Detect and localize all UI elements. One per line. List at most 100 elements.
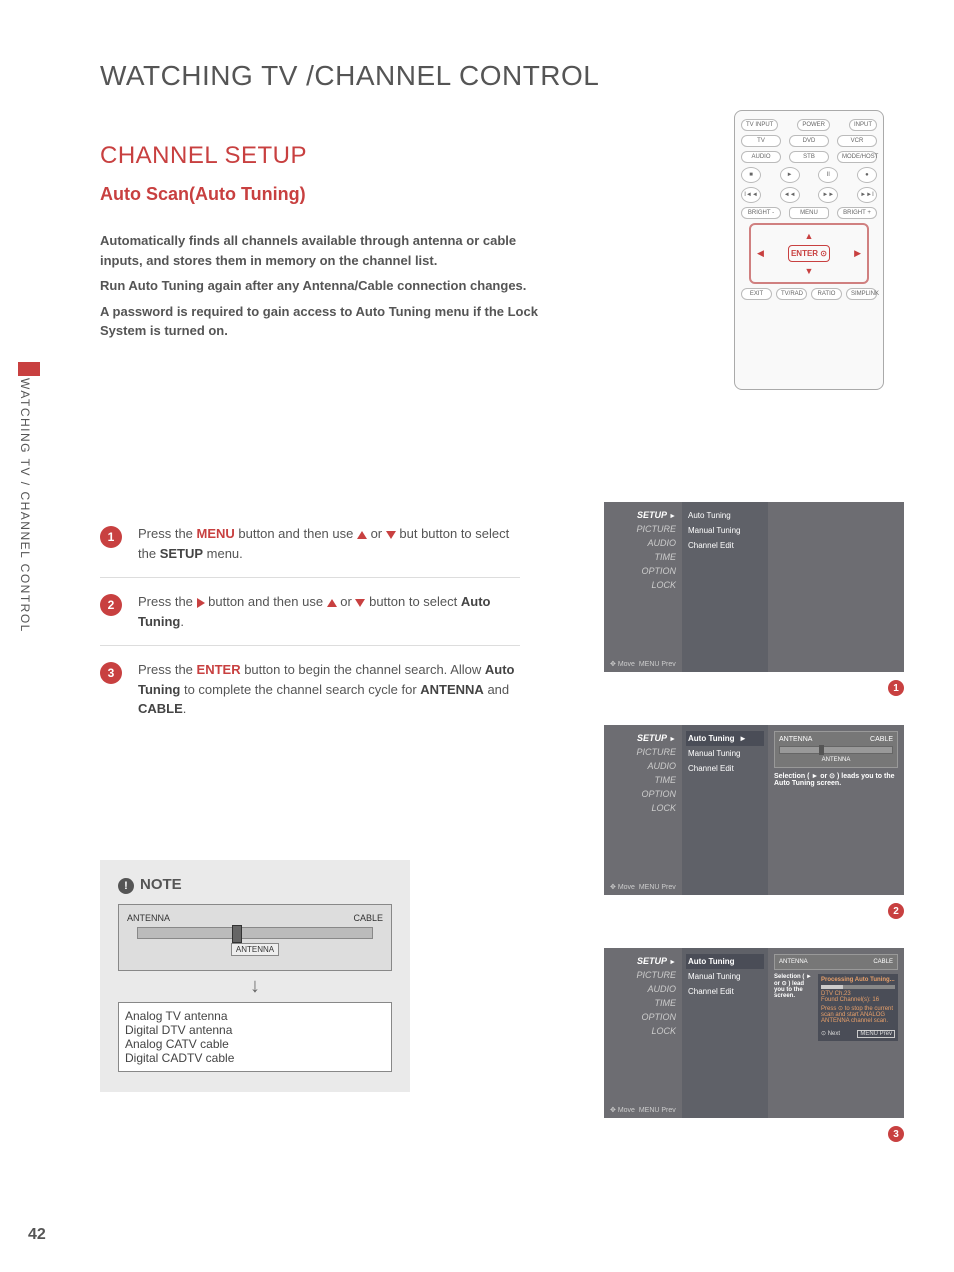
btn-next[interactable]: ►►I (857, 187, 877, 203)
btn-bright-minus[interactable]: BRIGHT - (741, 207, 781, 219)
step-text: button to select (365, 594, 460, 609)
osd-menu: SETUP PICTURE AUDIO TIME OPTION LOCK (604, 948, 682, 1118)
dpad-up-icon[interactable]: ▲ (757, 231, 861, 241)
menu-audio: AUDIO (608, 536, 678, 550)
menu-picture: PICTURE (608, 522, 678, 536)
footer-prev: MENU Prev (639, 661, 676, 668)
osd-submenu: Auto Tuning Manual Tuning Channel Edit (682, 948, 768, 1118)
note-box: !NOTE ANTENNA CABLE ANTENNA ↓ Analog TV … (100, 860, 410, 1092)
btn-dvd[interactable]: DVD (789, 135, 829, 147)
step-text: Press the (138, 594, 197, 609)
btn-enter[interactable]: ENTER ⊙ (788, 245, 830, 262)
btn-power[interactable]: POWER (797, 119, 830, 131)
osd-screen-1: SETUP PICTURE AUDIO TIME OPTION LOCK Aut… (604, 502, 904, 672)
step-text: Press the (138, 662, 197, 677)
down-arrow-icon (386, 531, 396, 539)
down-arrow-icon: ↓ (118, 975, 392, 998)
preview-cable: CABLE (873, 959, 893, 965)
step-number: 3 (100, 662, 122, 684)
antenna-selected-label: ANTENNA (231, 943, 279, 956)
btn-bright-plus[interactable]: BRIGHT + (837, 207, 877, 219)
btn-tv[interactable]: TV (741, 135, 781, 147)
footer-prev: MENU Prev (639, 884, 676, 891)
list-item: Digital DTV antenna (125, 1023, 385, 1037)
btn-exit[interactable]: EXIT (741, 288, 772, 300)
osd-submenu: Auto Tuning Manual Tuning Channel Edit (682, 502, 768, 672)
osd-right: ANTENNA CABLE Selection ( ► or ⊙ ) lead … (768, 948, 904, 1118)
side-tab-label: WATCHING TV / CHANNEL CONTROL (18, 378, 32, 633)
step-text: . (180, 614, 184, 629)
dpad-left-icon[interactable]: ◀ (757, 248, 764, 259)
osd-hint: Selection ( ► or ⊙ ) leads you to the Au… (774, 772, 898, 787)
step-body: Press the MENU button and then use or bu… (138, 524, 520, 563)
btn-rec[interactable]: ● (857, 167, 877, 183)
btn-tvinput[interactable]: TV INPUT (741, 119, 778, 131)
step-text: button and then use (235, 526, 357, 541)
step-text: to complete the channel search cycle for (180, 682, 420, 697)
step-text: Press the (138, 526, 197, 541)
btn-rew[interactable]: ◄◄ (780, 187, 800, 203)
setup-keyword: SETUP (160, 546, 203, 561)
menu-lock: LOCK (608, 801, 678, 815)
sub-manualtuning: Manual Tuning (686, 746, 764, 761)
btn-play[interactable]: ► (780, 167, 800, 183)
btn-tvradio[interactable]: TV/RAD (776, 288, 807, 300)
preview-antenna: ANTENNA (779, 736, 812, 743)
page-number: 42 (28, 1226, 46, 1244)
menu-option: OPTION (608, 787, 678, 801)
processing-stop: Press ⊙ to stop the current scan and sta… (821, 1005, 895, 1024)
menu-picture: PICTURE (608, 745, 678, 759)
btn-audio[interactable]: AUDIO (741, 151, 781, 163)
intro-p2: Run Auto Tuning again after any Antenna/… (100, 276, 540, 296)
menu-lock: LOCK (608, 1024, 678, 1038)
btn-modehost[interactable]: MODE/HOST (837, 151, 877, 163)
footer-move: Move (618, 884, 635, 891)
btn-menu[interactable]: MENU (789, 207, 829, 219)
osd-footer: ✥ Move MENU Prev (610, 883, 676, 891)
menu-audio: AUDIO (608, 759, 678, 773)
btn-vcr[interactable]: VCR (837, 135, 877, 147)
menu-audio: AUDIO (608, 982, 678, 996)
menu-setup: SETUP (608, 954, 678, 968)
menu-time: TIME (608, 550, 678, 564)
osd-footer: ✥ Move MENU Prev (610, 1106, 676, 1114)
btn-pause[interactable]: II (818, 167, 838, 183)
footer-move: Move (618, 1107, 635, 1114)
sub-autotuning: Auto Tuning ► (686, 731, 764, 746)
step-number: 1 (100, 526, 122, 548)
slider-handle-icon (232, 925, 242, 943)
btn-ff[interactable]: ►► (818, 187, 838, 203)
processing-title: Processing Auto Tuning... (821, 977, 895, 983)
cable-label: CABLE (353, 913, 383, 923)
osd-menu: SETUP PICTURE AUDIO TIME OPTION LOCK (604, 725, 682, 895)
footer-prev: MENU Prev (639, 1107, 676, 1114)
sub-manualtuning: Manual Tuning (686, 523, 764, 538)
menu-option: OPTION (608, 564, 678, 578)
antenna-diagram: ANTENNA CABLE ANTENNA (118, 904, 392, 971)
step-text: button and then use (205, 594, 327, 609)
menu-option: OPTION (608, 1010, 678, 1024)
btn-simplink[interactable]: SIMPLINK (846, 288, 877, 300)
btn-stop[interactable]: ■ (741, 167, 761, 183)
processing-next: ⊙ Next (821, 1030, 840, 1038)
btn-prev[interactable]: I◄◄ (741, 187, 761, 203)
sub-channeledit: Channel Edit (686, 761, 764, 776)
btn-ratio[interactable]: RATIO (811, 288, 842, 300)
osd-footer: ✥ Move MENU Prev (610, 660, 676, 668)
btn-input[interactable]: INPUT (849, 119, 877, 131)
menu-picture: PICTURE (608, 968, 678, 982)
note-title-label: NOTE (140, 876, 182, 893)
up-arrow-icon (357, 531, 367, 539)
menu-time: TIME (608, 773, 678, 787)
intro-p1: Automatically finds all channels availab… (100, 231, 540, 270)
btn-stb[interactable]: STB (789, 151, 829, 163)
dpad-right-icon[interactable]: ▶ (854, 248, 861, 259)
antenna-keyword: ANTENNA (420, 682, 484, 697)
down-arrow-icon (355, 599, 365, 607)
step-text: and (484, 682, 509, 697)
antenna-preview: ANTENNA CABLE ANTENNA (774, 731, 898, 768)
list-item: Analog CATV cable (125, 1037, 385, 1051)
dpad-down-icon[interactable]: ▼ (757, 266, 861, 276)
osd-badge-3: 3 (888, 1126, 904, 1142)
osd-right (768, 502, 904, 672)
